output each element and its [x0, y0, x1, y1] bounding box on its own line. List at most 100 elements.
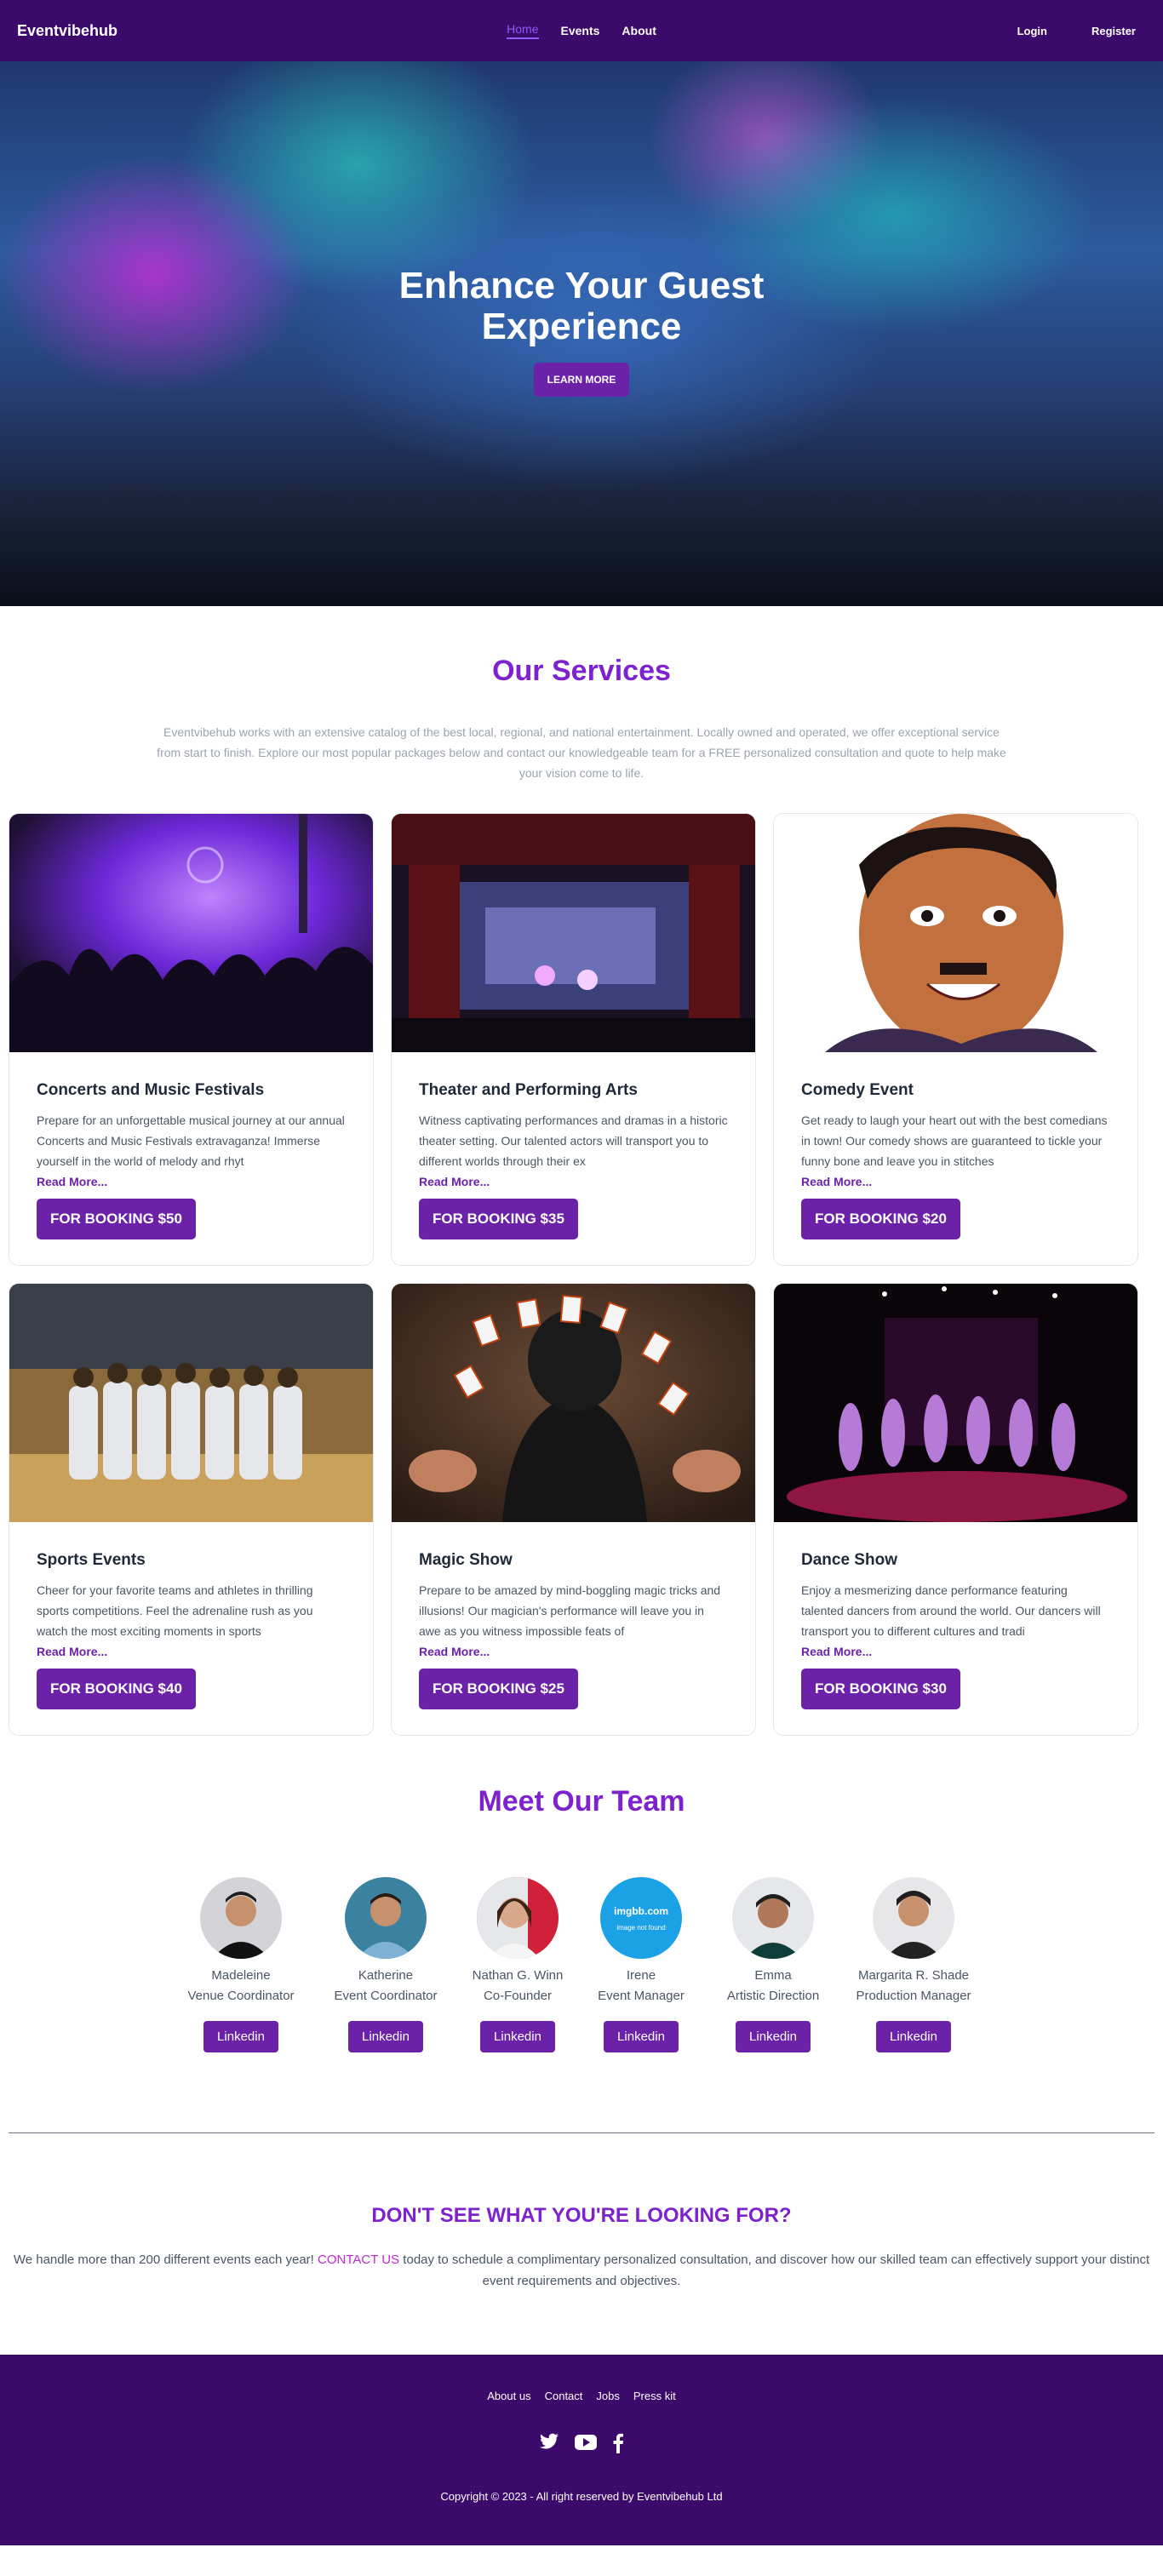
top-navbar: Eventvibehub Home Events About Login Reg… — [0, 0, 1163, 61]
booking-button[interactable]: FOR BOOKING $35 — [419, 1199, 578, 1239]
hero-banner: Enhance Your Guest Experience LEARN MORE — [0, 61, 1163, 606]
crowd-silhouette — [0, 487, 1163, 606]
service-card: Concerts and Music Festivals Prepare for… — [9, 813, 374, 1266]
service-card: Sports Events Cheer for your favorite te… — [9, 1283, 374, 1736]
avatar — [477, 1877, 559, 1959]
team-member: Emma Artistic Direction Linkedin — [722, 1877, 824, 2052]
placeholder-title: imgbb.com — [613, 1904, 668, 1917]
team-member: Madeleine Venue Coordinator Linkedin — [186, 1877, 296, 2052]
basketball-photo — [9, 1284, 373, 1522]
booking-button[interactable]: FOR BOOKING $40 — [37, 1669, 196, 1709]
contact-us-link[interactable]: CONTACT US — [318, 2253, 399, 2267]
footer-links: About us Contact Jobs Press kit — [0, 2390, 1163, 2402]
comedian-portrait — [774, 814, 1137, 1052]
placeholder-subtitle: image not found — [616, 1923, 666, 1932]
team-member: Nathan G. Winn Co-Founder Linkedin — [467, 1877, 569, 2052]
avatar-placeholder: imgbb.com image not found — [600, 1877, 682, 1959]
team-member: Margarita R. Shade Production Manager Li… — [850, 1877, 977, 2052]
services-description: Eventvibehub works with an extensive cat… — [157, 725, 1006, 780]
card-title: Magic Show — [419, 1551, 513, 1569]
card-title: Sports Events — [37, 1551, 146, 1569]
card-title: Comedy Event — [801, 1081, 914, 1099]
card-description: Cheer for your favorite teams and athlet… — [37, 1583, 313, 1638]
card-title: Theater and Performing Arts — [419, 1081, 638, 1099]
avatar — [873, 1877, 954, 1959]
member-name: Irene — [626, 1968, 656, 1983]
member-role: Venue Coordinator — [187, 1989, 295, 2003]
card-description: Witness captivating performances and dra… — [419, 1113, 728, 1168]
member-name: Katherine — [358, 1968, 414, 1983]
footer-link-jobs[interactable]: Jobs — [596, 2390, 619, 2402]
card-title: Dance Show — [801, 1551, 897, 1569]
linkedin-button[interactable]: Linkedin — [348, 2021, 423, 2052]
card-description: Get ready to laugh your heart out with t… — [801, 1113, 1108, 1168]
member-role: Artistic Direction — [726, 1989, 820, 2003]
linkedin-button[interactable]: Linkedin — [876, 2021, 951, 2052]
facebook-icon[interactable] — [612, 2433, 624, 2458]
register-link[interactable]: Register — [1091, 25, 1136, 37]
team-member: imgbb.com image not found Irene Event Ma… — [594, 1877, 688, 2052]
auth-links: Login Register — [1017, 25, 1146, 37]
linkedin-button[interactable]: Linkedin — [480, 2021, 555, 2052]
read-more-link[interactable]: Read More... — [419, 1171, 728, 1192]
twitter-icon[interactable] — [539, 2433, 559, 2458]
avatar — [345, 1877, 427, 1959]
member-role: Event Coordinator — [334, 1989, 438, 2003]
footer-link-about-us[interactable]: About us — [487, 2390, 530, 2402]
hero-title: Enhance Your Guest Experience — [398, 265, 765, 347]
footer-link-contact[interactable]: Contact — [545, 2390, 583, 2402]
section-divider — [9, 2132, 1154, 2133]
service-card: Comedy Event Get ready to laugh your hea… — [773, 813, 1138, 1266]
team-title: Meet Our Team — [478, 1785, 685, 1818]
booking-button[interactable]: FOR BOOKING $20 — [801, 1199, 960, 1239]
avatar — [200, 1877, 282, 1959]
linkedin-button[interactable]: Linkedin — [736, 2021, 811, 2052]
card-description: Enjoy a mesmerizing dance performance fe… — [801, 1583, 1101, 1638]
read-more-link[interactable]: Read More... — [37, 1641, 346, 1662]
copyright-text: Copyright © 2023 - All right reserved by… — [440, 2490, 723, 2503]
linkedin-button[interactable]: Linkedin — [203, 2021, 278, 2052]
theater-photo — [392, 814, 755, 1052]
member-name: Margarita R. Shade — [857, 1968, 970, 1983]
social-links — [0, 2433, 1163, 2458]
member-role: Event Manager — [598, 1989, 685, 2003]
service-card: Magic Show Prepare to be amazed by mind-… — [391, 1283, 756, 1736]
member-name: Emma — [754, 1968, 792, 1983]
brand-logo[interactable]: Eventvibehub — [17, 22, 117, 40]
nav-link-events[interactable]: Events — [561, 24, 600, 37]
footer-link-press-kit[interactable]: Press kit — [633, 2390, 676, 2402]
read-more-link[interactable]: Read More... — [37, 1171, 346, 1192]
cta-text: We handle more than 200 different events… — [9, 2249, 1154, 2292]
magic-cards-photo — [392, 1284, 755, 1522]
learn-more-button[interactable]: LEARN MORE — [533, 363, 630, 397]
read-more-link[interactable]: Read More... — [419, 1641, 728, 1662]
service-card: Dance Show Enjoy a mesmerizing dance per… — [773, 1283, 1138, 1736]
member-role: Co-Founder — [483, 1989, 553, 2003]
booking-button[interactable]: FOR BOOKING $50 — [37, 1199, 196, 1239]
youtube-icon[interactable] — [575, 2433, 597, 2458]
nav-link-home[interactable]: Home — [507, 22, 539, 39]
booking-button[interactable]: FOR BOOKING $25 — [419, 1669, 578, 1709]
services-title: Our Services — [492, 655, 671, 687]
dance-photo — [774, 1284, 1137, 1522]
linkedin-button[interactable]: Linkedin — [604, 2021, 679, 2052]
member-name: Nathan G. Winn — [472, 1968, 564, 1983]
avatar — [732, 1877, 814, 1959]
read-more-link[interactable]: Read More... — [801, 1171, 1110, 1192]
service-card: Theater and Performing Arts Witness capt… — [391, 813, 756, 1266]
login-link[interactable]: Login — [1017, 25, 1047, 37]
booking-button[interactable]: FOR BOOKING $30 — [801, 1669, 960, 1709]
read-more-link[interactable]: Read More... — [801, 1641, 1110, 1662]
main-nav-links: Home Events About — [0, 0, 1163, 61]
member-name: Madeleine — [211, 1968, 271, 1983]
member-role: Production Manager — [856, 1989, 971, 2003]
card-description: Prepare for an unforgettable musical jou… — [37, 1113, 345, 1168]
cta-title: DON'T SEE WHAT YOU'RE LOOKING FOR? — [371, 2204, 792, 2227]
card-title: Concerts and Music Festivals — [37, 1081, 265, 1099]
team-member: Katherine Event Coordinator Linkedin — [330, 1877, 441, 2052]
team-list: Madeleine Venue Coordinator Linkedin Kat… — [0, 1877, 1163, 2052]
hero-content: Enhance Your Guest Experience LEARN MORE — [0, 266, 1163, 397]
nav-link-about[interactable]: About — [622, 24, 656, 37]
cta-text-before: We handle more than 200 different events… — [13, 2253, 318, 2267]
footer: About us Contact Jobs Press kit Copyrigh… — [0, 2355, 1163, 2545]
